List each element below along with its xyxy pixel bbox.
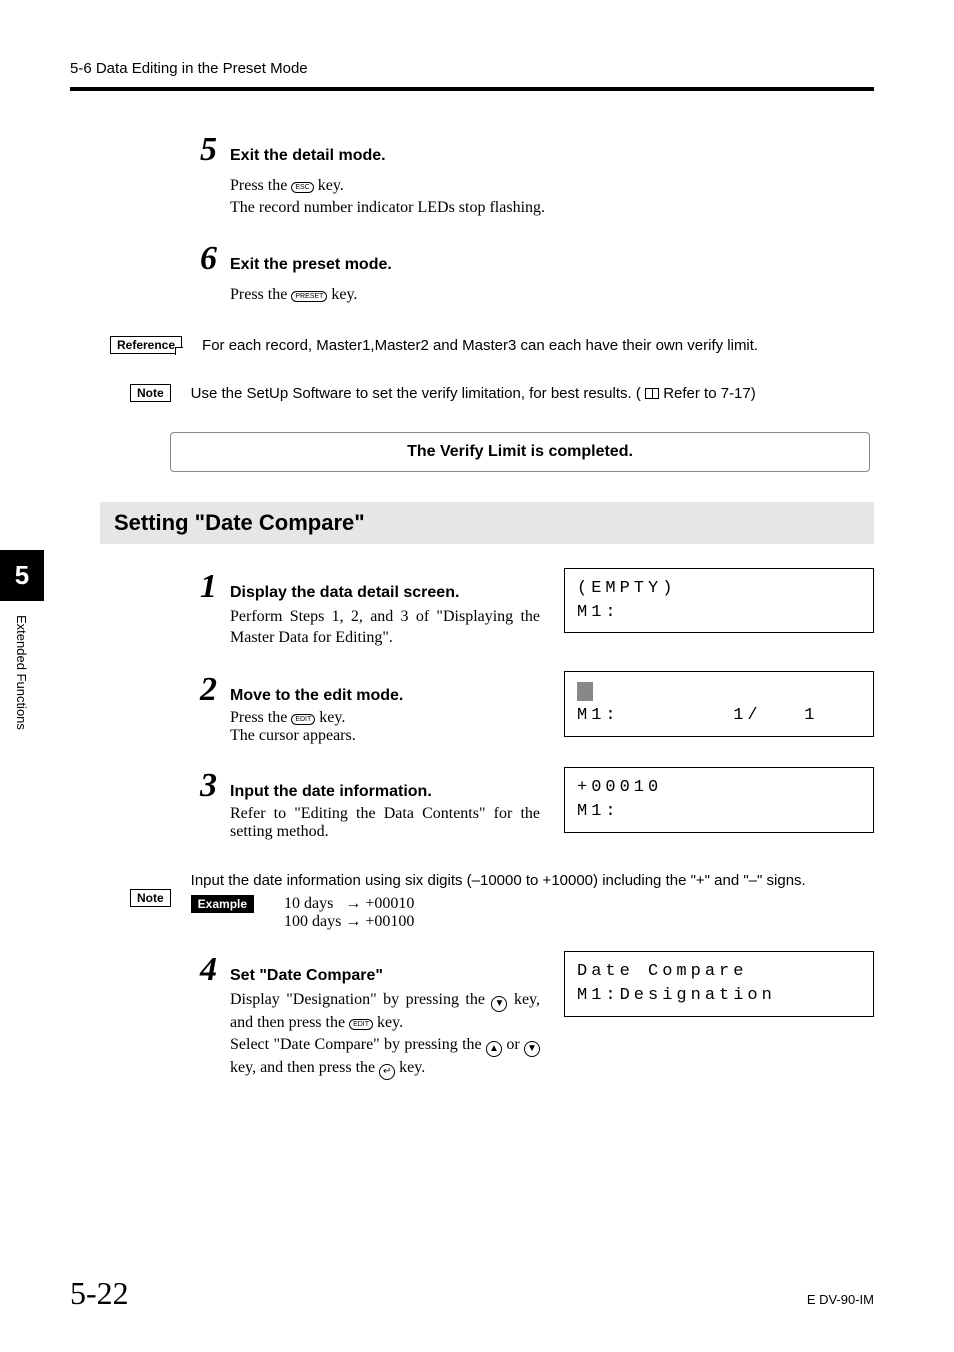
step-4-body-1: Display "Designation" by pressing the ▼ … (230, 989, 540, 1034)
step-2-body-2: The cursor appears. (230, 727, 540, 745)
reference-text: For each record, Master1,Master2 and Mas… (202, 336, 874, 354)
doc-code: E DV-90-IM (807, 1292, 874, 1307)
step-4-block: 4 Set "Date Compare" Display "Designatio… (200, 951, 874, 1080)
section-heading: Setting "Date Compare" (100, 502, 874, 544)
step-number: 2 (200, 671, 230, 709)
edit-key-icon: EDIT (349, 1019, 373, 1030)
step-title: Exit the detail mode. (230, 147, 386, 165)
lcd-display: (EMPTY) M1: (564, 568, 874, 634)
step-5-body-2: The record number indicator LEDs stop fl… (230, 197, 854, 219)
note-callout-2: Note Input the date information using si… (130, 871, 874, 931)
step-3-block: 3 Input the date information. Refer to "… (200, 767, 874, 841)
step-title: Display the data detail screen. (230, 584, 459, 602)
page-number: 5-22 (70, 1275, 129, 1312)
book-icon (645, 388, 659, 399)
note-label-box: Note (130, 889, 171, 907)
preset-key-icon: PRESET (291, 291, 327, 302)
step-title: Set "Date Compare" (230, 967, 383, 985)
step-2-body-1: Press the EDIT key. (230, 709, 540, 727)
completion-banner: The Verify Limit is completed. (170, 432, 870, 472)
step-2-block: 2 Move to the edit mode. Press the EDIT … (200, 671, 874, 745)
step-5-body-1: Press the ESC key. (230, 175, 854, 197)
step-6-heading: 6 Exit the preset mode. (200, 240, 874, 278)
running-header: 5-6 Data Editing in the Preset Mode (70, 60, 874, 77)
step-4-body-2: Select "Date Compare" by pressing the ▲ … (230, 1034, 540, 1080)
header-rule (70, 87, 874, 91)
step-number: 1 (200, 568, 230, 606)
note-label-box: Note (130, 384, 171, 402)
step-1-body: Perform Steps 1, 2, and 3 of "Displaying… (230, 606, 540, 649)
step-3-body: Refer to "Editing the Data Contents" for… (230, 805, 540, 841)
step-title: Input the date information. (230, 783, 432, 801)
note-callout-1: Note Use the SetUp Software to set the v… (130, 384, 874, 402)
chapter-number: 5 (0, 550, 44, 601)
example-row: 10 days → +00010 (284, 895, 414, 913)
down-arrow-icon: ▼ (524, 1041, 540, 1057)
step-5-heading: 5 Exit the detail mode. (200, 131, 874, 169)
note-text: Input the date information using six dig… (191, 872, 874, 889)
example-row: 100 days → +00100 (284, 913, 414, 931)
example-label-box: Example (191, 895, 254, 913)
step-title: Move to the edit mode. (230, 687, 403, 705)
lcd-display: +00010 M1: (564, 767, 874, 833)
lcd-cursor: 0 (577, 682, 593, 701)
step-number: 6 (200, 240, 230, 278)
step-6-body: Press the PRESET key. (230, 284, 854, 306)
step-number: 5 (200, 131, 230, 169)
page-footer: 5-22 E DV-90-IM (70, 1275, 874, 1312)
edit-key-icon: EDIT (291, 714, 315, 725)
step-1-block: 1 Display the data detail screen. Perfor… (200, 568, 874, 649)
enter-key-icon: ↵ (379, 1064, 395, 1080)
lcd-display: 0 M1: 1/ 1 (564, 671, 874, 737)
reference-callout: Reference For each record, Master1,Maste… (110, 336, 874, 354)
step-number: 3 (200, 767, 230, 805)
lcd-display: Date Compare M1:Designation (564, 951, 874, 1017)
chapter-label: Extended Functions (0, 601, 43, 744)
note-text: Use the SetUp Software to set the verify… (191, 384, 874, 402)
chapter-tab: 5 Extended Functions (0, 550, 44, 744)
down-arrow-icon: ▼ (491, 996, 507, 1012)
reference-label-box: Reference (110, 336, 182, 354)
up-arrow-icon: ▲ (486, 1041, 502, 1057)
step-number: 4 (200, 951, 230, 989)
esc-key-icon: ESC (291, 182, 313, 193)
step-title: Exit the preset mode. (230, 256, 392, 274)
